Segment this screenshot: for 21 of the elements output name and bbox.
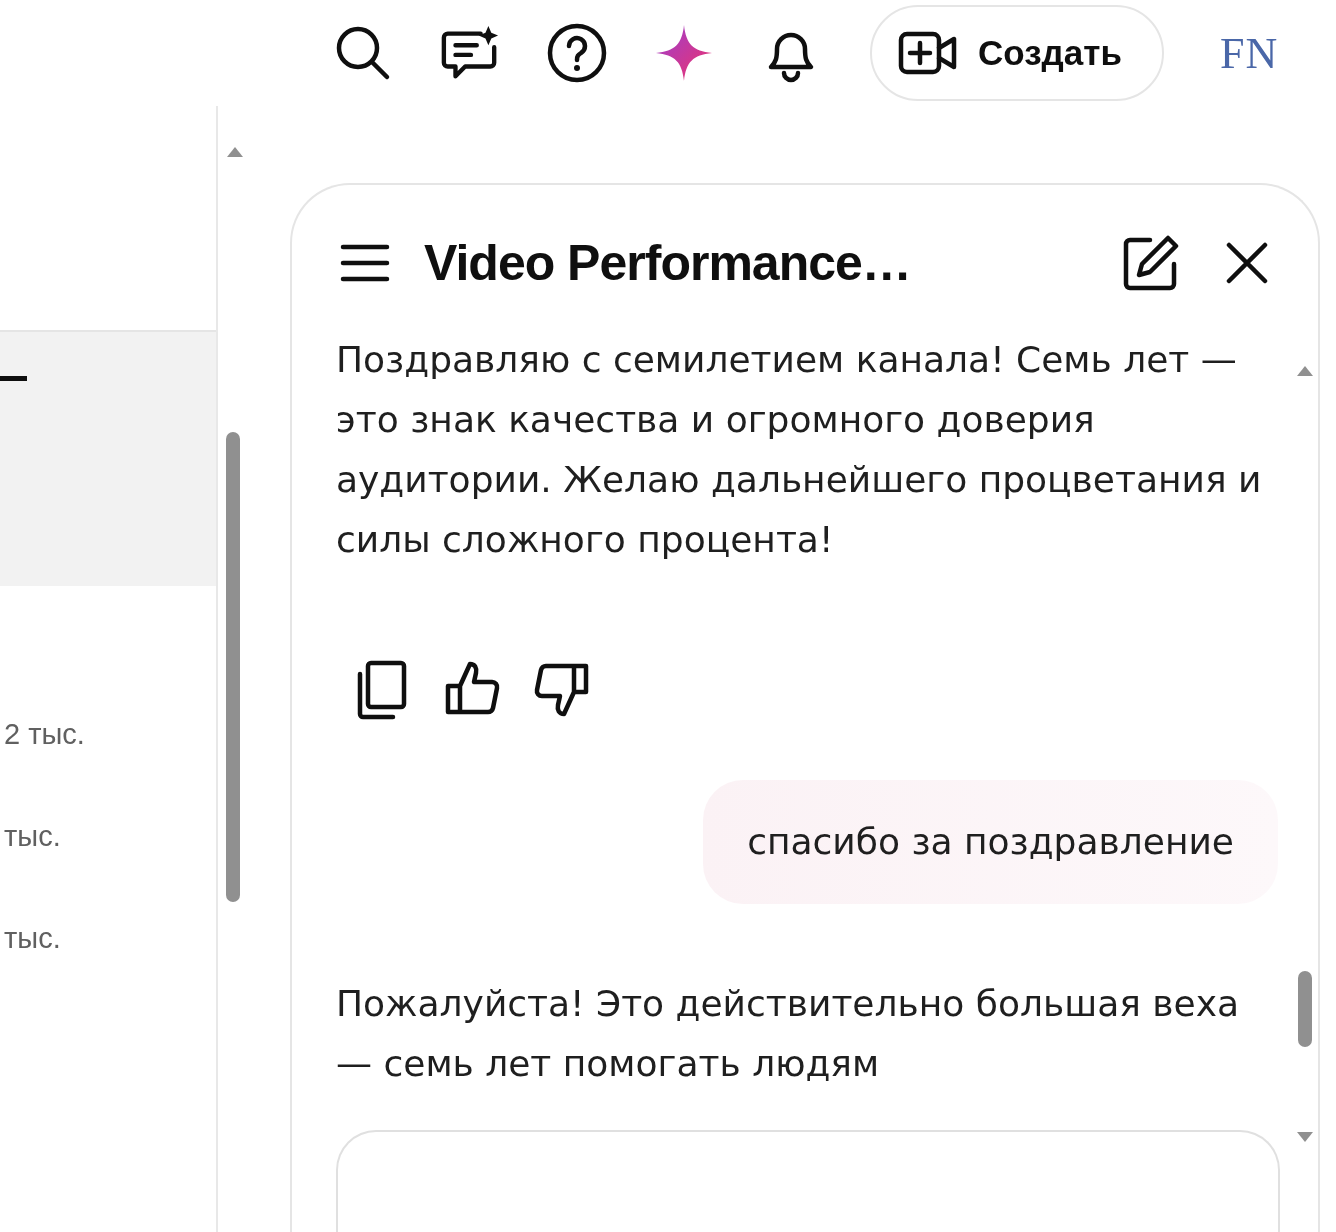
count-text: тыс. xyxy=(4,921,62,956)
count-text: 2 тыс. xyxy=(4,717,86,752)
menu-icon[interactable] xyxy=(340,242,390,283)
assistant-message: Пожалуйста! Это действительно большая веха — семь лет помогать людям xyxy=(336,982,1241,1086)
create-button[interactable]: Создать xyxy=(870,5,1164,101)
scrollbar-thumb[interactable] xyxy=(1298,971,1312,1047)
edit-icon[interactable] xyxy=(1122,233,1180,292)
assistant-message: Поздравляю с семилетием канала! Семь лет — это знак качества и огромного доверия аудитории. Желаю дальнейшего процветания и силы сложного процента! xyxy=(336,338,1263,562)
scroll-up-icon[interactable] xyxy=(226,146,244,158)
help-icon[interactable] xyxy=(547,23,607,83)
video-plus-icon xyxy=(898,31,958,75)
account-avatar[interactable]: FN xyxy=(1219,27,1279,79)
user-message: спасибо за поздравление xyxy=(703,780,1278,904)
chat-title: Video Performance… xyxy=(424,233,912,292)
scrollbar-thumb[interactable] xyxy=(226,432,240,902)
copy-icon[interactable] xyxy=(356,660,408,720)
scroll-down-icon[interactable] xyxy=(1296,1131,1314,1143)
input-field[interactable] xyxy=(336,1130,1280,1232)
scroll-up-icon[interactable] xyxy=(1296,365,1314,377)
count-text: тыс. xyxy=(4,819,62,854)
close-icon[interactable] xyxy=(1226,241,1268,284)
